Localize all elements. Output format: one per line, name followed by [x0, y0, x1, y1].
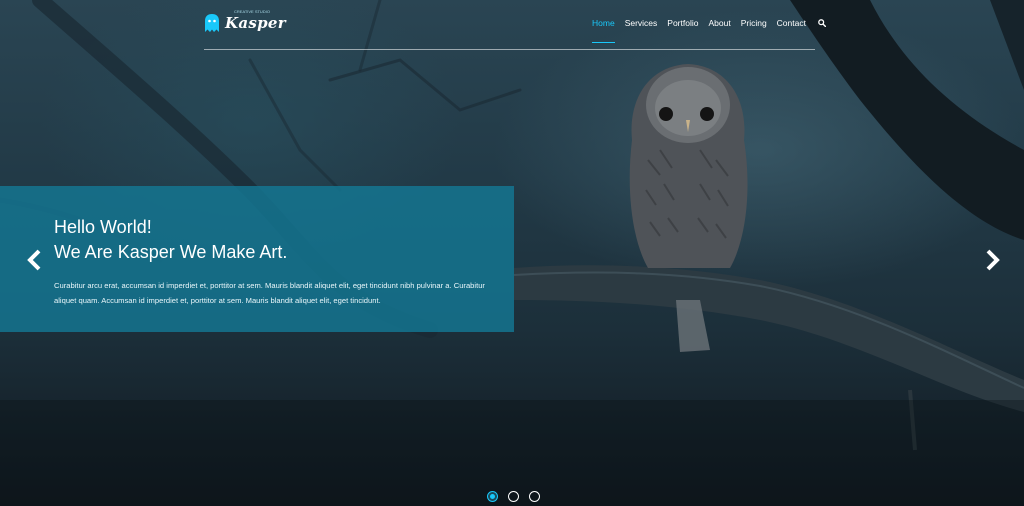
nav-link-home[interactable]: Home	[592, 18, 615, 43]
slider-dot-1[interactable]	[487, 491, 498, 502]
nav-link-portfolio[interactable]: Portfolio	[667, 18, 698, 43]
search-icon[interactable]	[818, 19, 826, 27]
slider-dot-2[interactable]	[508, 491, 519, 502]
brand-tagline: CREATIVE STUDIO	[234, 9, 270, 14]
nav-link-services[interactable]: Services	[625, 18, 658, 43]
brand-name: Kasper	[225, 14, 286, 32]
slide-text: Curabitur arcu erat, accumsan id imperdi…	[54, 281, 485, 305]
slide-heading-line1: Hello World!	[54, 217, 152, 237]
slider-dot-3[interactable]	[529, 491, 540, 502]
slide-caption: Hello World! We Are Kasper We Make Art. …	[0, 186, 514, 332]
nav-link-pricing[interactable]: Pricing	[741, 18, 767, 43]
slider-pagination	[487, 491, 550, 502]
ghost-logo-icon	[205, 14, 219, 32]
chevron-right-icon[interactable]	[985, 248, 1001, 272]
chevron-left-icon[interactable]	[26, 248, 42, 272]
nav-link-contact[interactable]: Contact	[777, 18, 806, 43]
header-divider	[204, 49, 815, 50]
brand-logo[interactable]: Kasper CREATIVE STUDIO	[204, 9, 286, 33]
slide-heading-line2: We Are Kasper We Make Art.	[54, 242, 288, 262]
main-navigation: Home Services Portfolio About Pricing Co…	[592, 18, 826, 43]
nav-link-about[interactable]: About	[708, 18, 730, 43]
